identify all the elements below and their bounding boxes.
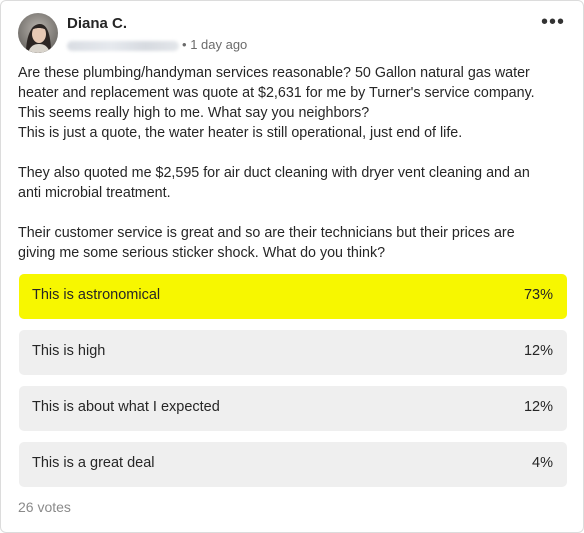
- more-options-button[interactable]: •••: [539, 12, 567, 35]
- poll-option-percent: 12%: [523, 399, 553, 415]
- poll-option-label: This is high: [32, 343, 106, 359]
- post-line: This seems really high to me. What say y…: [18, 105, 370, 121]
- poll-option-percent: 73%: [523, 287, 553, 303]
- poll-option[interactable]: This is astronomical 73%: [19, 274, 567, 319]
- post-body: Are these plumbing/handyman services rea…: [18, 63, 558, 283]
- poll: This is astronomical 73% This is high 12…: [19, 274, 567, 498]
- post-card: Diana C. • 1 day ago ••• Are these plumb…: [0, 0, 584, 533]
- poll-option-label: This is astronomical: [32, 287, 161, 303]
- poll-option-label: This is about what I expected: [32, 399, 220, 415]
- poll-option-percent: 4%: [532, 455, 553, 471]
- post-line: anti microbial treatment.: [18, 185, 171, 201]
- poll-option-percent: 12%: [523, 343, 553, 359]
- poll-option-label: This is a great deal: [32, 455, 155, 471]
- vote-count[interactable]: 26 votes: [18, 499, 71, 515]
- post-line: They also quoted me $2,595 for air duct …: [18, 165, 530, 181]
- post-line: Are these plumbing/handyman services rea…: [18, 65, 530, 81]
- post-line: Their customer service is great and so a…: [18, 225, 515, 241]
- post-line: giving me some serious sticker shock. Wh…: [18, 245, 386, 261]
- poll-option[interactable]: This is about what I expected 12%: [19, 386, 567, 431]
- author-name[interactable]: Diana C.: [67, 15, 127, 32]
- meta-separator: •: [182, 37, 187, 52]
- post-paragraph: Their customer service is great and so a…: [18, 223, 558, 263]
- poll-option[interactable]: This is high 12%: [19, 330, 567, 375]
- author-avatar[interactable]: [18, 13, 58, 53]
- post-time[interactable]: 1 day ago: [190, 37, 247, 52]
- post-line: This is just a quote, the water heater i…: [18, 125, 463, 141]
- post-paragraph: Are these plumbing/handyman services rea…: [18, 63, 558, 143]
- poll-option[interactable]: This is a great deal 4%: [19, 442, 567, 487]
- neighborhood-name-redacted: [67, 40, 179, 51]
- post-header: Diana C. • 1 day ago •••: [18, 12, 571, 57]
- post-paragraph: They also quoted me $2,595 for air duct …: [18, 163, 558, 203]
- post-line: heater and replacement was quote at $2,6…: [18, 85, 535, 101]
- post-meta: • 1 day ago: [67, 37, 247, 52]
